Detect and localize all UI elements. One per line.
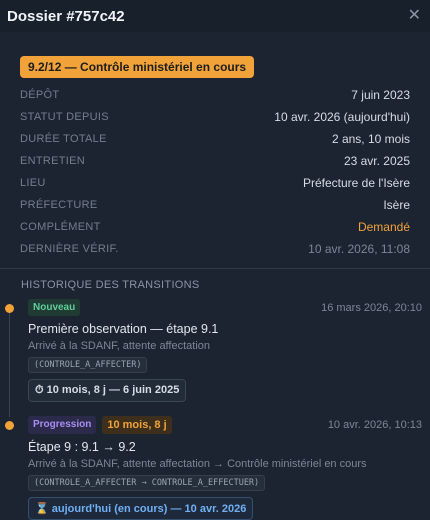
entry-status-code: (CONTROLE_A_AFFECTER) <box>28 357 148 373</box>
badge-duration: 10 mois, 8 j <box>102 416 172 434</box>
detail-label: DERNIÈRE VÉRIF. <box>20 243 119 255</box>
detail-row-statut-depuis: STATUT DEPUIS 10 avr. 2026 (aujourd'hui) <box>20 106 410 128</box>
entry-date: 10 avr. 2026, 10:13 <box>327 419 422 431</box>
entry-status-code: (CONTROLE_A_AFFECTER → CONTROLE_A_EFFECT… <box>28 475 266 491</box>
detail-label: DÉPÔT <box>20 89 60 101</box>
detail-label: DURÉE TOTALE <box>20 133 107 145</box>
detail-value: 2 ans, 10 mois <box>331 132 410 146</box>
detail-row-lieu: LIEU Préfecture de l'Isère <box>20 172 410 194</box>
badge-progression: Progression <box>28 416 97 434</box>
detail-row-prefecture: PRÉFECTURE Isère <box>20 194 410 216</box>
history-title: HISTORIQUE DES TRANSITIONS <box>21 279 200 291</box>
detail-label: ENTRETIEN <box>20 155 86 167</box>
entry-header: Progression 10 mois, 8 j 10 avr. 2026, 1… <box>28 416 422 434</box>
detail-row-entretien: ENTRETIEN 23 avr. 2025 <box>20 150 410 172</box>
entry-etape: Première observation — étape 9.1 <box>28 322 219 336</box>
detail-value: Demandé <box>357 220 410 234</box>
status-badge: 9.2/12 — Contrôle ministériel en cours <box>20 56 255 78</box>
section-divider <box>0 268 430 269</box>
transition-timeline: Nouveau 16 mars 2026, 20:10 Première obs… <box>0 299 430 520</box>
timeline-entry: Nouveau 16 mars 2026, 20:10 Première obs… <box>0 299 430 402</box>
detail-label: LIEU <box>20 177 46 189</box>
entry-date: 16 mars 2026, 20:10 <box>321 301 422 314</box>
entry-badges: Nouveau <box>28 299 81 316</box>
detail-label: COMPLÉMENT <box>20 221 101 233</box>
detail-label: STATUT DEPUIS <box>20 111 109 123</box>
detail-value: Isère <box>383 198 410 212</box>
entry-etape: Étape 9 : 9.1 → 9.2 <box>28 440 136 454</box>
close-icon[interactable]: ✕ <box>408 8 421 24</box>
details-list: DÉPÔT 7 juin 2023 STATUT DEPUIS 10 avr. … <box>20 84 410 260</box>
detail-row-depot: DÉPÔT 7 juin 2023 <box>20 84 410 106</box>
entry-header: Nouveau 16 mars 2026, 20:10 <box>28 299 422 316</box>
detail-label: PRÉFECTURE <box>20 199 98 211</box>
current-status-pill: ⌛ aujourd'hui (en cours) — 10 avr. 2026 <box>28 497 254 520</box>
dialog-content: 9.2/12 — Contrôle ministériel en cours D… <box>0 32 430 260</box>
timeline-dot <box>5 421 14 430</box>
entry-description: Arrivé à la SDANF, attente affectation →… <box>28 458 367 470</box>
duration-pill: ⏱ 10 mois, 8 j — 6 juin 2025 <box>28 379 187 402</box>
detail-value: Préfecture de l'Isère <box>302 176 410 190</box>
detail-value: 10 avr. 2026, 11:08 <box>308 242 410 256</box>
dialog-header: Dossier #757c42 ✕ <box>0 0 430 32</box>
dialog-title: Dossier #757c42 <box>7 7 125 25</box>
detail-value: 10 avr. 2026 (aujourd'hui) <box>274 110 410 124</box>
detail-value: 7 juin 2023 <box>351 88 410 102</box>
detail-row-duree-totale: DURÉE TOTALE 2 ans, 10 mois <box>20 128 410 150</box>
detail-row-derniere-verif: DERNIÈRE VÉRIF. 10 avr. 2026, 11:08 <box>20 238 410 260</box>
entry-badges: Progression 10 mois, 8 j <box>28 416 172 434</box>
entry-description: Arrivé à la SDANF, attente affectation <box>28 340 210 352</box>
timeline-entry: Progression 10 mois, 8 j 10 avr. 2026, 1… <box>0 416 430 520</box>
detail-row-complement: COMPLÉMENT Demandé <box>20 216 410 238</box>
detail-value: 23 avr. 2025 <box>343 154 410 168</box>
timeline-dot <box>5 304 14 313</box>
badge-nouveau: Nouveau <box>28 299 81 316</box>
